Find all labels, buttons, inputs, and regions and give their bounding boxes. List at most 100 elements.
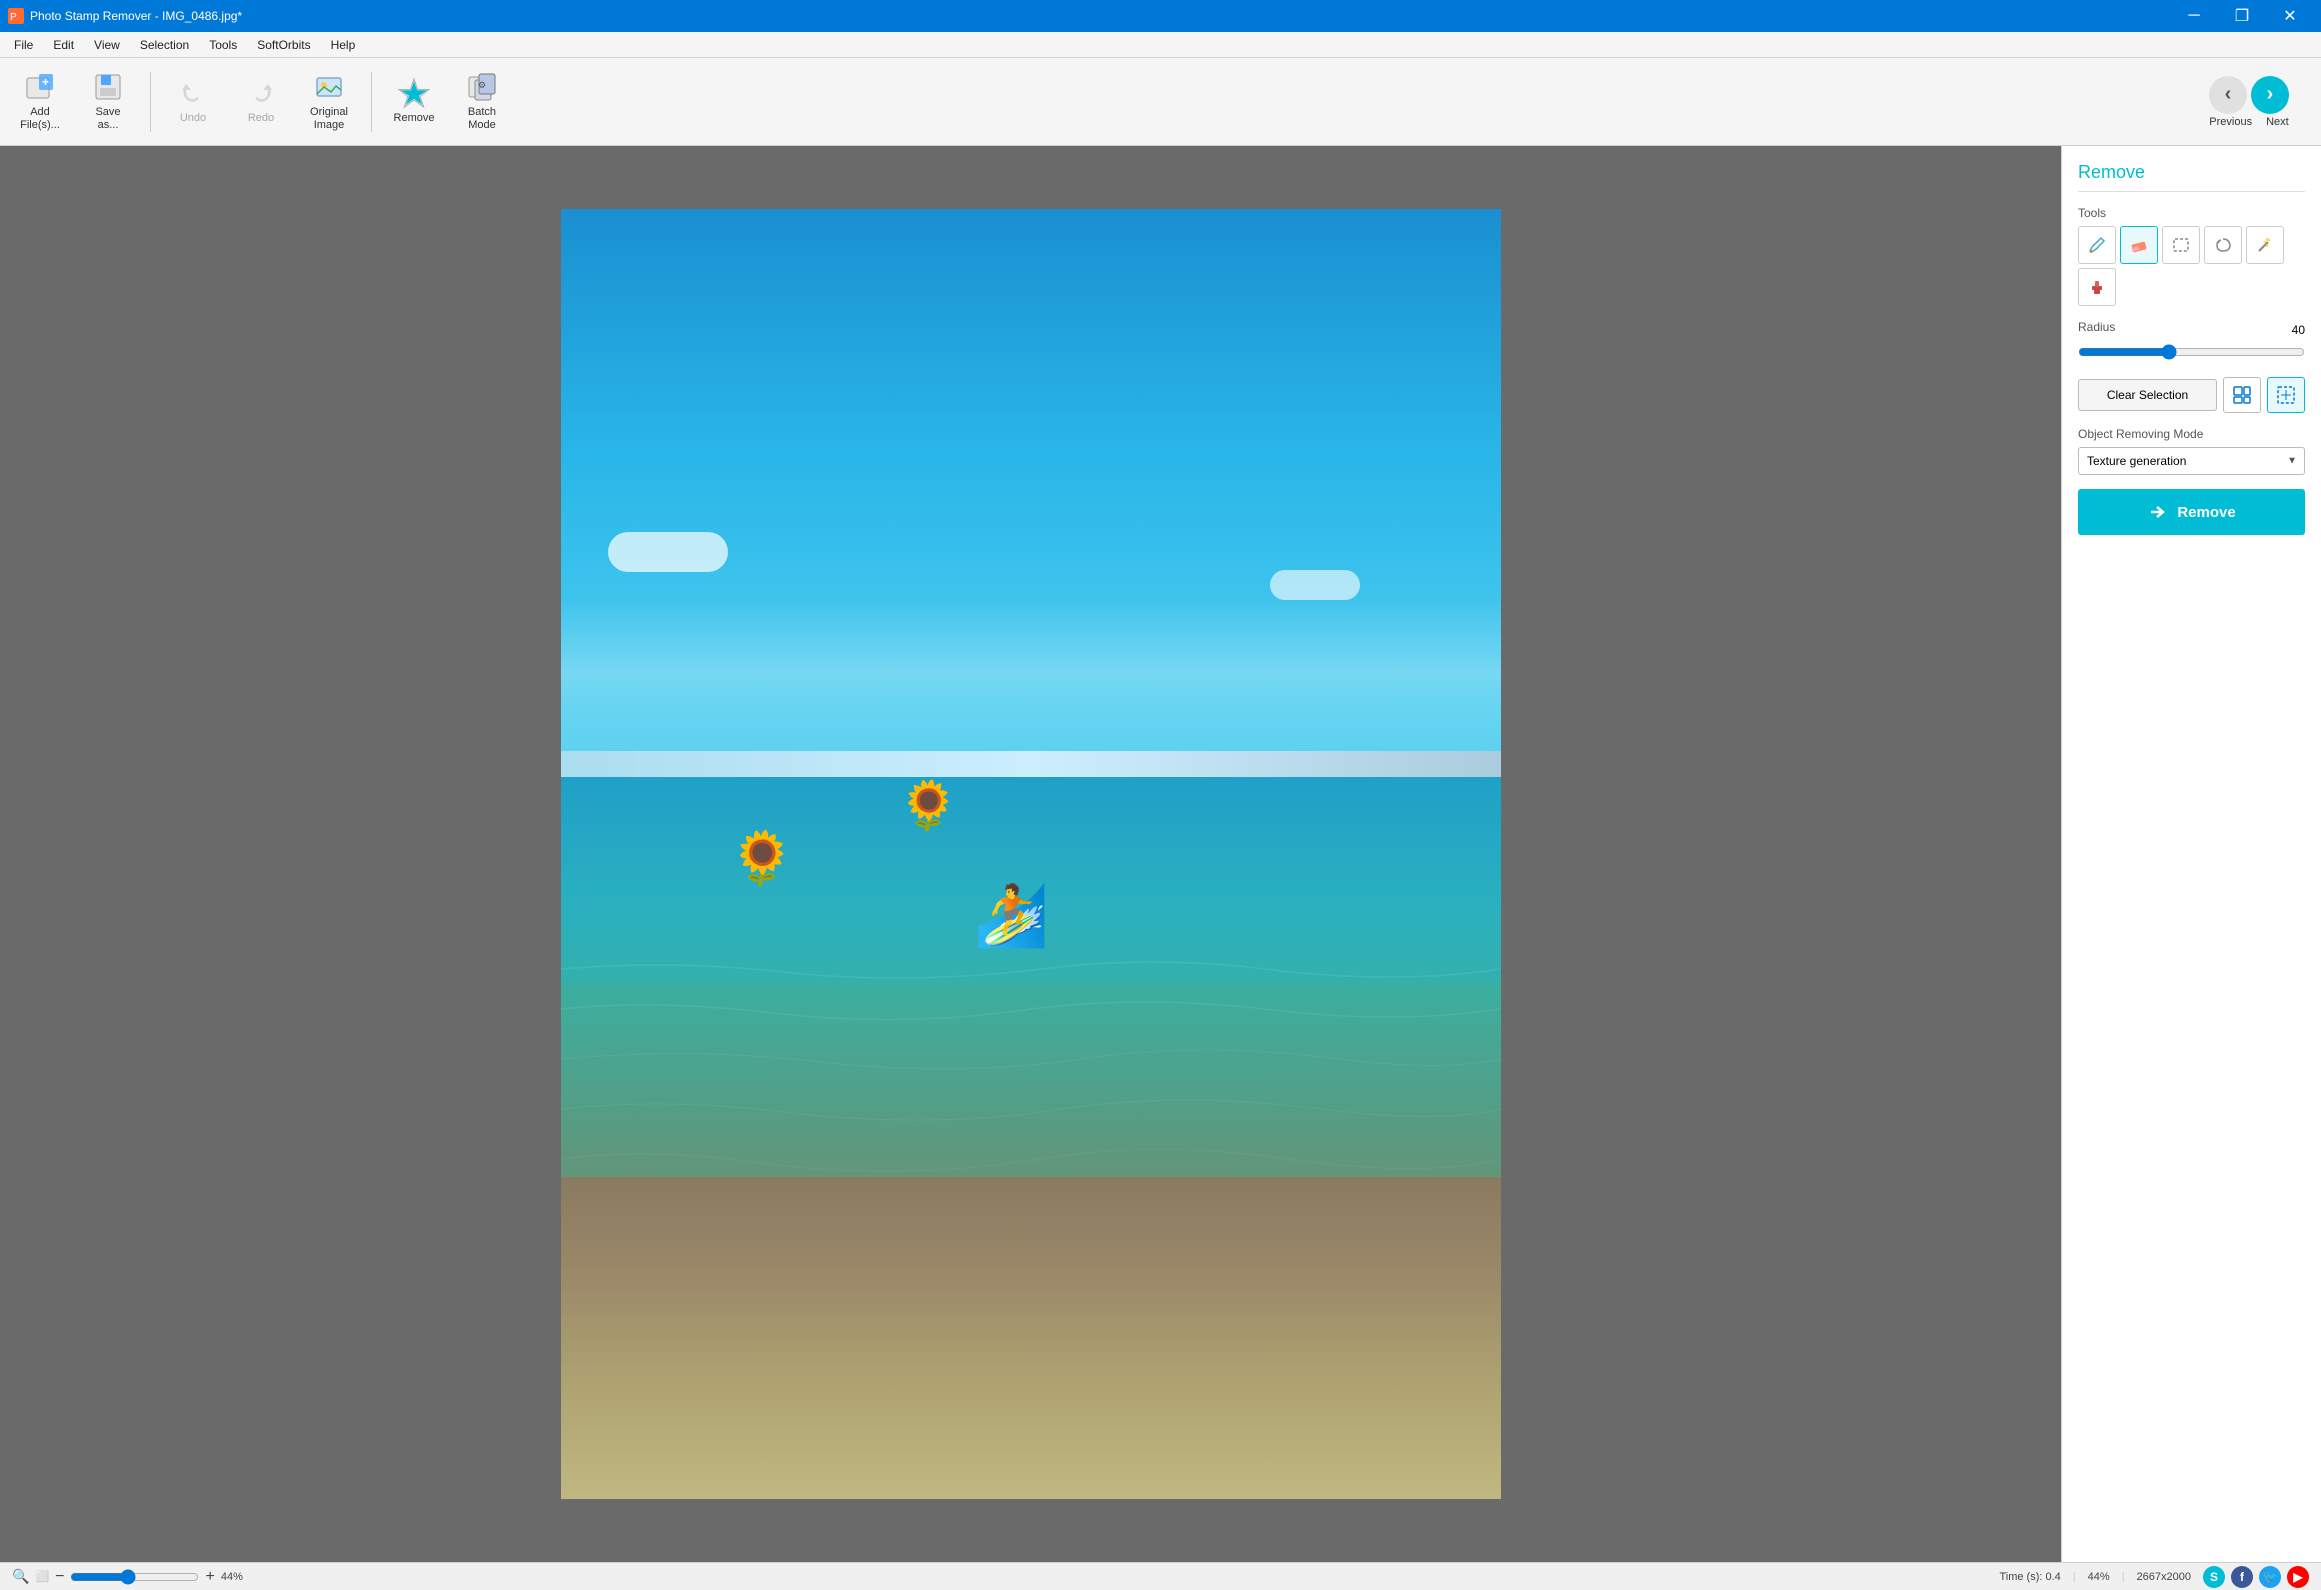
- panel-title: Remove: [2078, 162, 2305, 192]
- svg-text:⚙: ⚙: [478, 80, 486, 90]
- stamp-icon: [2087, 277, 2107, 297]
- stamp-emoji-2: 🌻: [899, 777, 959, 834]
- separator-status: |: [2073, 1571, 2076, 1583]
- magic-wand-button[interactable]: [2246, 226, 2284, 264]
- tools-label: Tools: [2078, 206, 2305, 220]
- original-image-button[interactable]: OriginalImage: [297, 64, 361, 140]
- menu-view[interactable]: View: [84, 35, 130, 55]
- fit-window-icon: [2232, 385, 2252, 405]
- nav-labels: Previous Next: [2209, 116, 2288, 128]
- original-image-icon: [313, 71, 345, 103]
- removing-mode-select[interactable]: Texture generation Surrounding pixels In…: [2078, 447, 2305, 475]
- save-as-button[interactable]: Saveas...: [76, 64, 140, 140]
- lasso-tool-button[interactable]: [2204, 226, 2242, 264]
- tools-section: Tools: [2078, 206, 2305, 306]
- remove-action-button[interactable]: Remove: [2078, 489, 2305, 535]
- svg-text:P: P: [10, 12, 17, 23]
- zoom-plus[interactable]: +: [205, 1568, 214, 1586]
- right-panel: Remove Tools: [2061, 146, 2321, 1562]
- water-ripples: [561, 919, 1501, 1319]
- separator-2: [371, 72, 372, 132]
- horizon-haze: [561, 596, 1501, 751]
- remove-button-toolbar[interactable]: Remove: [382, 64, 446, 140]
- zoom-slider[interactable]: [70, 1569, 199, 1585]
- app-icon: P: [8, 8, 24, 24]
- menu-selection[interactable]: Selection: [130, 35, 199, 55]
- menu-help[interactable]: Help: [321, 35, 366, 55]
- main-layout: 🏄 🌻 🌻 Remove Tools: [0, 146, 2321, 1562]
- selection-mode-1-button[interactable]: [2223, 377, 2261, 413]
- separator-status-2: |: [2122, 1571, 2125, 1583]
- remove-toolbar-label: Remove: [394, 112, 435, 125]
- next-label: Next: [2266, 116, 2289, 128]
- facebook-icon[interactable]: f: [2231, 1566, 2253, 1588]
- remove-btn-label: Remove: [2177, 504, 2235, 521]
- batch-mode-button[interactable]: ⚙ BatchMode: [450, 64, 514, 140]
- time-display: Time (s): 0.4: [1999, 1571, 2060, 1583]
- remove-arrow-icon: [2147, 501, 2169, 523]
- batch-mode-label: BatchMode: [468, 106, 496, 132]
- menu-tools[interactable]: Tools: [199, 35, 247, 55]
- previous-label: Previous: [2209, 116, 2252, 128]
- youtube-icon[interactable]: ▶: [2287, 1566, 2309, 1588]
- add-files-icon: +: [24, 71, 56, 103]
- canvas-area[interactable]: 🏄 🌻 🌻: [0, 146, 2061, 1562]
- brush-icon: [2087, 235, 2107, 255]
- redo-label: Redo: [248, 112, 274, 125]
- removing-mode-section: Object Removing Mode Texture generation …: [2078, 427, 2305, 475]
- zoom-controls: 🔍 ⬜ − + 44%: [12, 1568, 243, 1586]
- radius-row: Radius 40: [2078, 320, 2305, 340]
- zoom-rect-icon: ⬜: [35, 1570, 49, 1583]
- statusbar: 🔍 ⬜ − + 44% Time (s): 0.4 | 44% | 2667x2…: [0, 1562, 2321, 1590]
- window-title: Photo Stamp Remover - IMG_0486.jpg*: [30, 9, 2171, 23]
- undo-label: Undo: [180, 112, 206, 125]
- undo-button[interactable]: Undo: [161, 64, 225, 140]
- undo-icon: [177, 77, 209, 109]
- separator-1: [150, 72, 151, 132]
- redo-button[interactable]: Redo: [229, 64, 293, 140]
- zoom-percent: 44%: [221, 1571, 243, 1583]
- menu-file[interactable]: File: [4, 35, 43, 55]
- main-scene: 🏄 🌻 🌻: [561, 209, 1501, 1499]
- texture-generation-dropdown: Texture generation Surrounding pixels In…: [2078, 447, 2305, 475]
- brush-tool-button[interactable]: [2078, 226, 2116, 264]
- zoom-icon[interactable]: 🔍: [12, 1568, 29, 1585]
- lasso-icon: [2213, 235, 2233, 255]
- stamp-tool-button[interactable]: [2078, 268, 2116, 306]
- eraser-tool-button[interactable]: [2120, 226, 2158, 264]
- rect-select-icon: [2171, 235, 2191, 255]
- eraser-icon: [2129, 235, 2149, 255]
- radius-section: Radius 40: [2078, 320, 2305, 363]
- previous-button[interactable]: ‹: [2209, 76, 2247, 114]
- titlebar: P Photo Stamp Remover - IMG_0486.jpg* ─ …: [0, 0, 2321, 32]
- original-image-label: OriginalImage: [310, 106, 348, 132]
- menu-edit[interactable]: Edit: [43, 35, 84, 55]
- add-files-button[interactable]: + AddFile(s)...: [8, 64, 72, 140]
- next-button[interactable]: ›: [2251, 76, 2289, 114]
- tools-row: [2078, 226, 2305, 306]
- clear-selection-button[interactable]: Clear Selection: [2078, 379, 2217, 411]
- menubar: File Edit View Selection Tools SoftOrbit…: [0, 32, 2321, 58]
- image-container: 🏄 🌻 🌻: [0, 146, 2061, 1562]
- restore-button[interactable]: ❐: [2219, 0, 2265, 32]
- magic-wand-icon: [2255, 235, 2275, 255]
- menu-softorbits[interactable]: SoftOrbits: [247, 35, 320, 55]
- zoom-minus[interactable]: −: [55, 1568, 64, 1586]
- save-as-label: Saveas...: [95, 106, 120, 132]
- add-files-label: AddFile(s)...: [20, 106, 60, 132]
- minimize-button[interactable]: ─: [2171, 0, 2217, 32]
- smart-select-icon: [2276, 385, 2296, 405]
- radius-slider-container: [2078, 344, 2305, 363]
- zoom-level-display: 44%: [2088, 1571, 2110, 1583]
- selection-row: Clear Selection: [2078, 377, 2305, 413]
- social-icons: S f 🐦 ▶: [2203, 1566, 2309, 1588]
- radius-slider[interactable]: [2078, 344, 2305, 360]
- twitter-icon[interactable]: 🐦: [2259, 1566, 2281, 1588]
- softorbits-icon[interactable]: S: [2203, 1566, 2225, 1588]
- selection-mode-2-button[interactable]: [2267, 377, 2305, 413]
- svg-text:+: +: [42, 75, 49, 89]
- window-controls: ─ ❐ ✕: [2171, 0, 2313, 32]
- close-button[interactable]: ✕: [2267, 0, 2313, 32]
- rect-select-tool-button[interactable]: [2162, 226, 2200, 264]
- toolbar: + AddFile(s)... Saveas... Undo Redo Orig…: [0, 58, 2321, 146]
